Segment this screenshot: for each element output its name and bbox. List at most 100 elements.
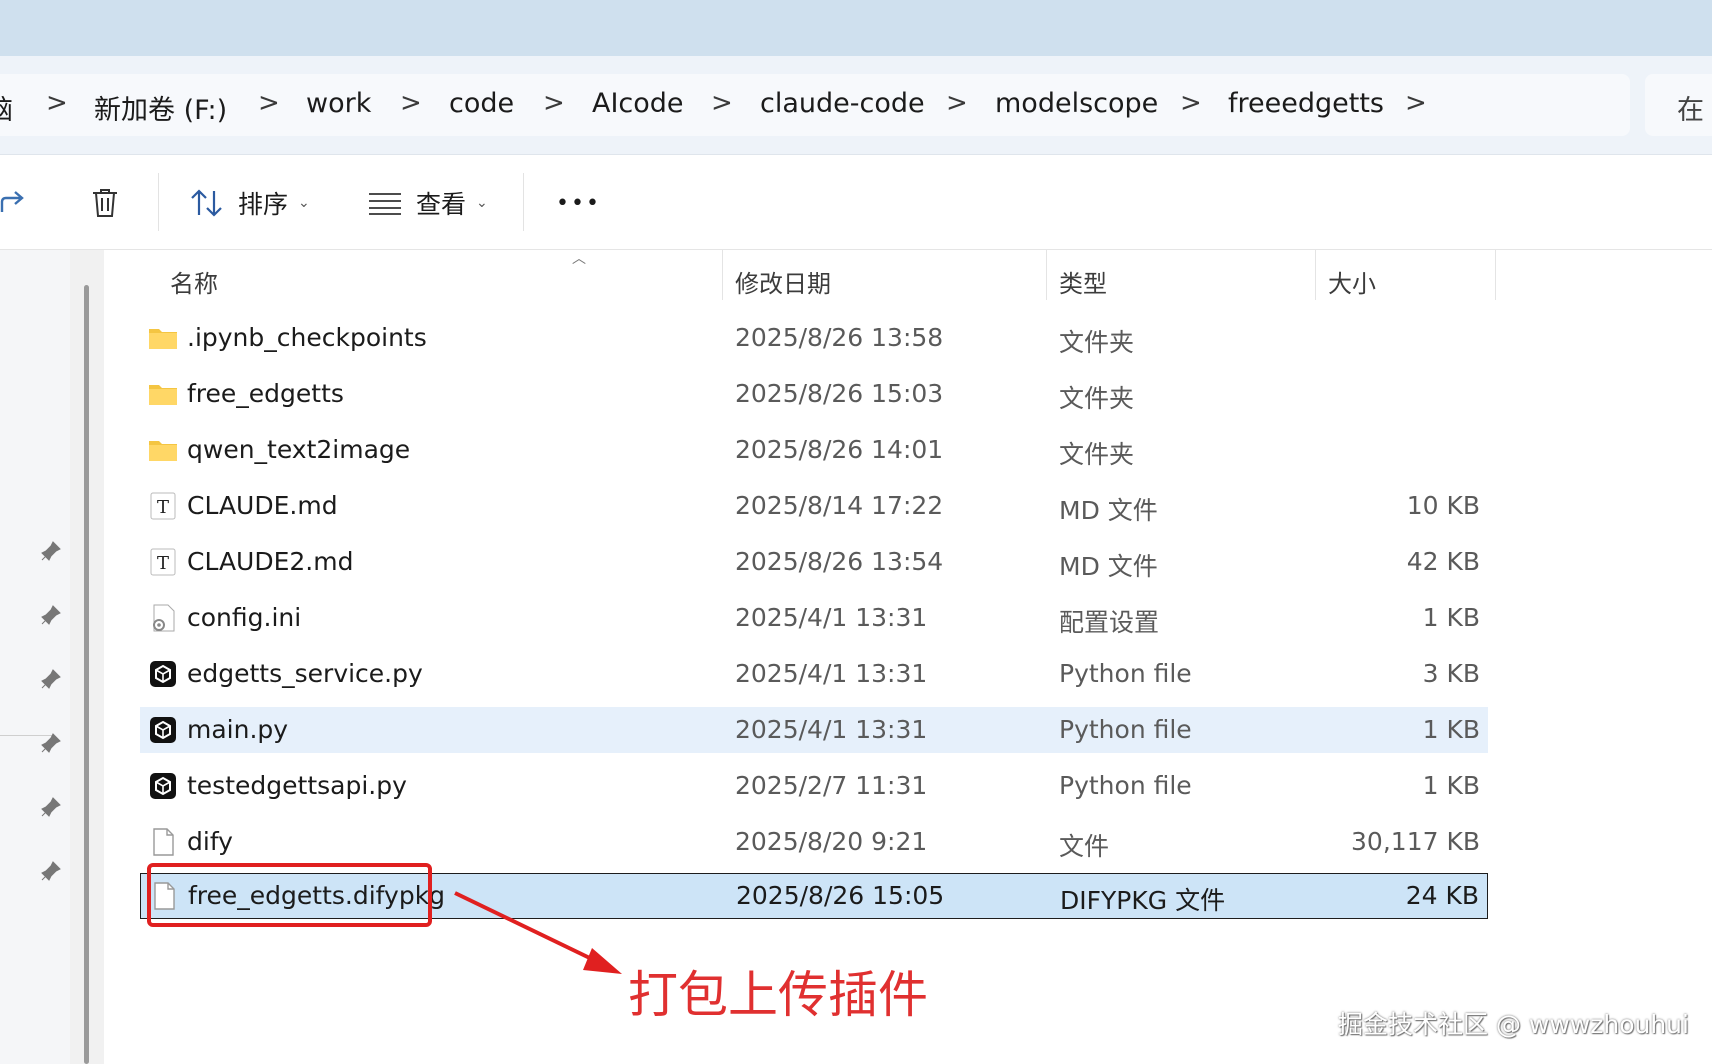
file-size: 1 KB xyxy=(1422,603,1480,632)
file-type: Python file xyxy=(1059,715,1192,744)
pin-icon[interactable] xyxy=(40,604,62,626)
file-name: CLAUDE2.md xyxy=(187,547,354,576)
sort-ascending-icon: ︿ xyxy=(572,251,586,267)
file-name: testedgettsapi.py xyxy=(187,771,407,800)
view-label: 查看 xyxy=(416,190,467,219)
more-options-button[interactable]: ••• xyxy=(556,185,601,221)
navigation-pane xyxy=(0,250,70,1064)
file-row[interactable]: testedgettsapi.py 2025/2/7 11:31 Python … xyxy=(140,763,1488,809)
chevron-right-icon[interactable]: > xyxy=(258,88,280,118)
sort-button[interactable]: 排序 ⌄ xyxy=(190,185,310,221)
file-date: 2025/2/7 11:31 xyxy=(735,771,928,800)
file-name: config.ini xyxy=(187,603,302,632)
file-size: 10 KB xyxy=(1406,491,1480,520)
file-name: qwen_text2image xyxy=(187,435,411,464)
view-list-icon xyxy=(369,193,401,215)
column-header: 名称 ︿ 修改日期 类型 大小 xyxy=(140,250,1496,302)
file-name: CLAUDE.md xyxy=(187,491,338,520)
column-name[interactable]: 名称 xyxy=(170,264,218,299)
file-row[interactable]: dify 2025/8/20 9:21 文件 30,117 KB xyxy=(140,819,1488,865)
text-file-glyph: T xyxy=(157,553,169,574)
pin-icon[interactable] xyxy=(40,860,62,882)
title-bar xyxy=(0,0,1712,56)
file-type: 文件夹 xyxy=(1059,328,1135,357)
text-file-icon: T xyxy=(150,492,176,520)
toolbar: 排序 ⌄ 查看 ⌄ ••• xyxy=(0,155,1712,250)
file-type: Python file xyxy=(1059,771,1192,800)
folder-icon xyxy=(149,441,177,461)
column-size[interactable]: 大小 xyxy=(1328,264,1376,299)
file-date: 2025/8/26 15:03 xyxy=(735,379,944,408)
file-size: 3 KB xyxy=(1422,659,1480,688)
chevron-right-icon[interactable]: > xyxy=(1405,88,1427,118)
file-date: 2025/4/1 13:31 xyxy=(735,603,928,632)
address-bar-area: 脑 > 新加卷 (F:) > work > code > AIcode > cl… xyxy=(0,56,1712,155)
file-row[interactable]: qwen_text2image 2025/8/26 14:01 文件夹 xyxy=(140,427,1488,473)
file-date: 2025/8/26 14:01 xyxy=(735,435,944,464)
column-divider[interactable] xyxy=(1315,250,1316,300)
file-type: 文件 xyxy=(1059,832,1110,861)
column-divider[interactable] xyxy=(1495,250,1496,300)
breadcrumb-item[interactable]: code xyxy=(449,88,514,119)
breadcrumb-item[interactable]: modelscope xyxy=(995,88,1158,119)
share-icon[interactable] xyxy=(0,188,26,218)
python-file-icon xyxy=(150,773,176,799)
breadcrumb-item[interactable]: work xyxy=(306,88,371,119)
file-name: dify xyxy=(187,827,233,856)
file-row[interactable]: .ipynb_checkpoints 2025/8/26 13:58 文件夹 xyxy=(140,315,1488,361)
pin-icon[interactable] xyxy=(40,732,62,754)
column-type[interactable]: 类型 xyxy=(1059,264,1107,299)
column-divider[interactable] xyxy=(1046,250,1047,300)
file-date: 2025/8/26 13:54 xyxy=(735,547,944,576)
view-button[interactable]: 查看 ⌄ xyxy=(368,185,488,221)
file-name: free_edgetts xyxy=(187,379,344,408)
chevron-right-icon[interactable]: > xyxy=(46,88,68,118)
file-size: 30,117 KB xyxy=(1351,827,1480,856)
chevron-right-icon[interactable]: > xyxy=(946,88,968,118)
chevron-right-icon[interactable]: > xyxy=(400,88,422,118)
sort-label: 排序 xyxy=(238,190,289,219)
column-date[interactable]: 修改日期 xyxy=(735,264,831,299)
delete-icon[interactable] xyxy=(90,187,120,219)
pin-icon[interactable] xyxy=(40,668,62,690)
file-row[interactable]: T CLAUDE.md 2025/8/14 17:22 MD 文件 10 KB xyxy=(140,483,1488,529)
file-type: 文件夹 xyxy=(1059,440,1135,469)
breadcrumb-item-current[interactable]: freeedgetts xyxy=(1228,88,1384,119)
chevron-right-icon[interactable]: > xyxy=(1180,88,1202,118)
file-type: MD 文件 xyxy=(1059,552,1158,581)
chevron-right-icon[interactable]: > xyxy=(543,88,565,118)
search-box[interactable]: 在 xyxy=(1645,74,1712,136)
breadcrumb-item[interactable]: 脑 xyxy=(0,88,13,127)
highlight-box xyxy=(147,863,432,927)
folder-icon xyxy=(149,329,177,349)
config-file-icon xyxy=(153,604,175,632)
file-date: 2025/8/14 17:22 xyxy=(735,491,944,520)
breadcrumb-item[interactable]: AIcode xyxy=(592,88,684,119)
nav-scrollbar-thumb[interactable] xyxy=(84,285,89,1064)
file-row-hovered[interactable]: main.py 2025/4/1 13:31 Python file 1 KB xyxy=(140,707,1488,753)
file-row[interactable]: edgetts_service.py 2025/4/1 13:31 Python… xyxy=(140,651,1488,697)
pin-icon[interactable] xyxy=(40,540,62,562)
file-row[interactable]: T CLAUDE2.md 2025/8/26 13:54 MD 文件 42 KB xyxy=(140,539,1488,585)
file-name: .ipynb_checkpoints xyxy=(187,323,427,352)
python-file-icon xyxy=(150,717,176,743)
file-type: MD 文件 xyxy=(1059,496,1158,525)
chevron-right-icon[interactable]: > xyxy=(711,88,733,118)
chevron-down-icon: ⌄ xyxy=(476,195,488,211)
watermark: 掘金技术社区 @ wwwzhouhui xyxy=(1338,1010,1689,1039)
address-bar[interactable]: 脑 > 新加卷 (F:) > work > code > AIcode > cl… xyxy=(0,74,1630,136)
column-divider[interactable] xyxy=(722,250,723,300)
breadcrumb-item[interactable]: 新加卷 (F:) xyxy=(94,88,227,127)
pin-icon[interactable] xyxy=(40,796,62,818)
python-file-icon xyxy=(150,661,176,687)
file-row[interactable]: free_edgetts 2025/8/26 15:03 文件夹 xyxy=(140,371,1488,417)
file-date: 2025/8/26 13:58 xyxy=(735,323,944,352)
file-row[interactable]: config.ini 2025/4/1 13:31 配置设置 1 KB xyxy=(140,595,1488,641)
file-date: 2025/4/1 13:31 xyxy=(735,715,928,744)
toolbar-divider xyxy=(523,173,524,231)
file-date: 2025/4/1 13:31 xyxy=(735,659,928,688)
chevron-down-icon: ⌄ xyxy=(298,195,310,211)
text-file-glyph: T xyxy=(157,497,169,518)
breadcrumb-item[interactable]: claude-code xyxy=(760,88,925,119)
file-type: 文件夹 xyxy=(1059,384,1135,413)
